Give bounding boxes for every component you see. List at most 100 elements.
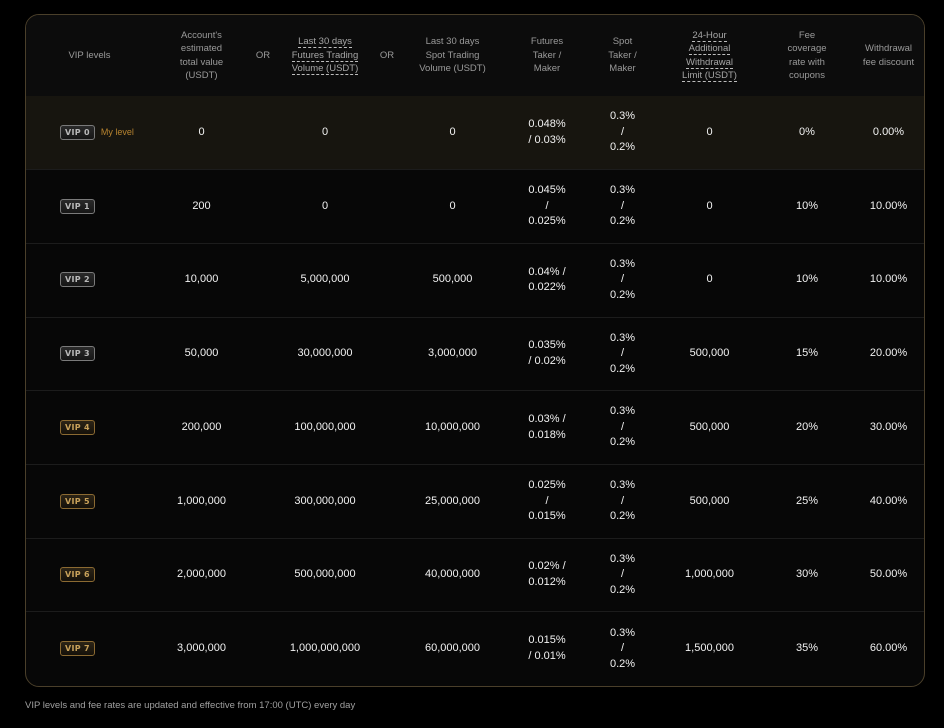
spot-volume-cell: 10,000,000 [400, 390, 505, 465]
vip-level-cell: VIP 7 [26, 611, 153, 686]
table-row: VIP 5 1,000,000 300,000,000 25,000,000 0… [26, 463, 924, 539]
table-header-row: VIP levels Account's estimated total val… [26, 15, 924, 96]
futures-fee-line: / 0.01% [528, 649, 566, 662]
spot-fee-cell: 0.3% / 0.2% [589, 537, 656, 612]
coverage-cell: 25% [763, 463, 851, 539]
spot-fee-cell: 0.3% / 0.2% [589, 316, 656, 391]
futures-fee-cell: 0.025% / 0.015% [505, 463, 589, 539]
spot-fee-line: 0.3% [609, 257, 636, 270]
spot-fee-line: 0.3% [609, 405, 636, 418]
withdraw-limit-cell: 1,000,000 [656, 537, 763, 612]
or-spacer-cell [250, 242, 276, 318]
spot-fee-cell: 0.3% / 0.2% [589, 96, 656, 170]
header-spot-fee: Spot Taker / Maker [589, 15, 656, 96]
futures-fee-line: 0.022% [528, 281, 566, 294]
spot-fee-line: 0.3% [609, 552, 636, 565]
spot-fee-line: 0.2% [609, 436, 636, 449]
account-value-cell: 200 [153, 169, 250, 244]
vip-badge: VIP 5 [60, 493, 95, 509]
or-spacer-cell [374, 537, 400, 612]
spot-fee-line: 0.2% [609, 583, 636, 596]
spot-fee-line: / [620, 125, 625, 138]
account-value-cell: 0 [153, 96, 250, 170]
coverage-cell: 15% [763, 316, 851, 391]
futures-volume-cell: 500,000,000 [276, 537, 374, 612]
spot-volume-cell: 500,000 [400, 242, 505, 318]
spot-fee-line: 0.2% [609, 215, 636, 228]
table-row: VIP 1 200 0 0 0.045%/0.025% 0.3%/0.2% 0 … [26, 169, 924, 244]
futures-fee-line: 0.015% [528, 510, 566, 523]
account-value-cell: 3,000,000 [153, 611, 250, 686]
futures-fee-line: 0.048% [528, 118, 566, 131]
vip-fee-table: VIP levels Account's estimated total val… [26, 15, 924, 686]
spot-fee-line: 0.2% [609, 141, 636, 154]
spot-fee-line: / [620, 273, 625, 286]
spot-fee-line: / [620, 347, 625, 360]
spot-fee-cell: 0.3% / 0.2% [589, 390, 656, 465]
spot-volume-cell: 3,000,000 [400, 316, 505, 391]
withdraw-discount-cell: 40.00% [851, 463, 924, 539]
spot-fee-cell: 0.3% / 0.2% [589, 242, 656, 318]
futures-volume-cell: 5,000,000 [276, 242, 374, 318]
withdraw-limit-cell: 0 [656, 96, 763, 170]
or-spacer-cell [250, 537, 276, 612]
spot-volume-cell: 40,000,000 [400, 537, 505, 612]
vip-fee-table-panel: VIP levels Account's estimated total val… [25, 14, 925, 687]
or-spacer-cell [374, 242, 400, 318]
spot-fee-line: 0.3% [609, 184, 636, 197]
futures-fee-line: / 0.02% [528, 354, 566, 367]
account-value-cell: 2,000,000 [153, 537, 250, 612]
futures-volume-cell: 30,000,000 [276, 316, 374, 391]
vip-level-cell: VIP 6 [26, 537, 153, 612]
coverage-cell: 35% [763, 611, 851, 686]
table-row: VIP 2 10,000 5,000,000 500,000 0.04% /0.… [26, 242, 924, 318]
futures-fee-line: 0.012% [528, 575, 566, 588]
header-vip-levels: VIP levels [26, 15, 153, 96]
vip-badge: VIP 1 [60, 198, 95, 214]
futures-volume-cell: 300,000,000 [276, 463, 374, 539]
spot-fee-line: 0.2% [609, 288, 636, 301]
my-level-label: My level [100, 126, 134, 137]
or-spacer-cell [374, 463, 400, 539]
futures-volume-cell: 1,000,000,000 [276, 611, 374, 686]
spot-volume-cell: 25,000,000 [400, 463, 505, 539]
spot-volume-cell: 60,000,000 [400, 611, 505, 686]
vip-level-cell: VIP 2 [26, 242, 153, 318]
futures-fee-line: 0.018% [528, 428, 566, 441]
or-spacer-cell [374, 390, 400, 465]
futures-fee-cell: 0.015% / 0.01% [505, 611, 589, 686]
withdraw-discount-cell: 30.00% [851, 390, 924, 465]
futures-volume-cell: 0 [276, 169, 374, 244]
coverage-cell: 10% [763, 169, 851, 244]
withdraw-limit-cell: 1,500,000 [656, 611, 763, 686]
vip-level-cell: VIP 3 [26, 316, 153, 391]
futures-fee-line: 0.035% [528, 339, 566, 352]
withdraw-discount-cell: 10.00% [851, 169, 924, 244]
spot-fee-line: 0.3% [609, 626, 636, 639]
header-spot-volume: Last 30 days Spot Trading Volume (USDT) [400, 15, 505, 96]
vip-badge: VIP 4 [60, 419, 95, 435]
header-futures-volume[interactable]: Last 30 days Futures Trading Volume (USD… [276, 15, 374, 96]
or-spacer-cell [374, 611, 400, 686]
futures-fee-line: 0.045% [528, 184, 566, 197]
futures-fee-cell: 0.035% / 0.02% [505, 316, 589, 391]
futures-fee-line: 0.015% [528, 634, 566, 647]
or-spacer-cell [250, 463, 276, 539]
futures-fee-line: 0.025% [528, 479, 566, 492]
spot-fee-line: / [620, 642, 625, 655]
spot-volume-cell: 0 [400, 169, 505, 244]
or-spacer-cell [250, 390, 276, 465]
futures-fee-line: 0.02% / [528, 560, 566, 573]
withdraw-limit-cell: 500,000 [656, 316, 763, 391]
spot-fee-line: 0.3% [609, 110, 636, 123]
vip-badge: VIP 2 [60, 272, 95, 288]
spot-fee-line: 0.2% [609, 362, 636, 375]
header-futures-fee: Futures Taker / Maker [505, 15, 589, 96]
coverage-cell: 0% [763, 96, 851, 170]
withdraw-discount-cell: 20.00% [851, 316, 924, 391]
coverage-cell: 10% [763, 242, 851, 318]
table-row: VIP 3 50,000 30,000,000 3,000,000 0.035%… [26, 316, 924, 391]
or-spacer-cell [374, 96, 400, 170]
futures-volume-cell: 100,000,000 [276, 390, 374, 465]
header-withdraw-limit[interactable]: 24-Hour Additional Withdrawal Limit (USD… [656, 15, 763, 96]
